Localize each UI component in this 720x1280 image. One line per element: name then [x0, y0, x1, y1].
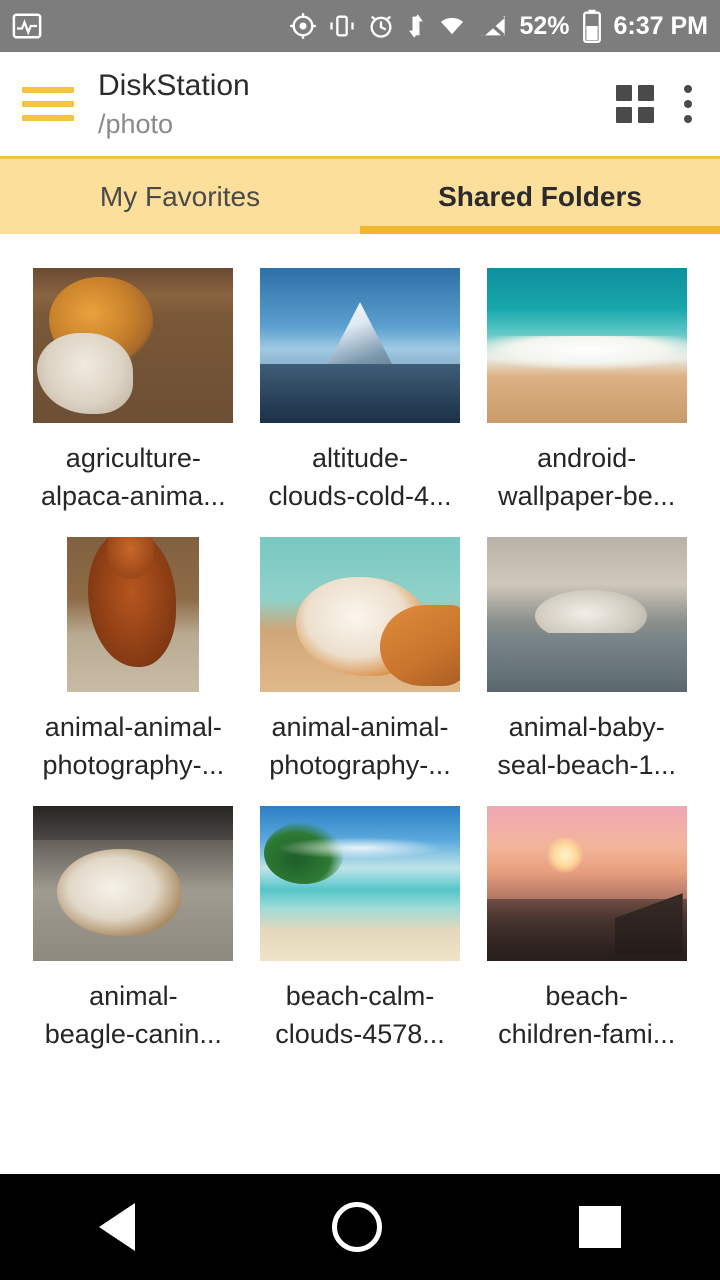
tab-bar: My Favorites Shared Folders	[0, 156, 720, 234]
alarm-icon	[367, 12, 395, 40]
gallery-item-caption: agriculture- alpaca-anima...	[41, 443, 226, 511]
row-spacer	[26, 515, 694, 537]
tab-my-favorites[interactable]: My Favorites	[0, 159, 360, 234]
location-crosshair-icon	[289, 12, 317, 40]
status-bar: 52% 6:37 PM	[0, 0, 720, 52]
thumbnail-image	[260, 806, 460, 961]
gallery-item-caption: animal-baby- seal-beach-1...	[497, 712, 676, 780]
gallery-item[interactable]: android- wallpaper-be...	[479, 268, 694, 515]
gallery-item[interactable]: altitude- clouds-cold-4...	[253, 268, 468, 515]
thumbnail-wrap	[486, 806, 687, 961]
gallery-item[interactable]: animal-animal- photography-...	[253, 537, 468, 784]
gallery-item[interactable]: agriculture- alpaca-anima...	[26, 268, 241, 515]
tab-shared-folders-label: Shared Folders	[438, 180, 642, 212]
gallery-item[interactable]: animal- beagle-canin...	[26, 806, 241, 1053]
wifi-icon	[437, 12, 467, 40]
gallery-row: animal- beagle-canin... beach-calm- clou…	[26, 806, 694, 1053]
status-bar-clock: 6:37 PM	[613, 11, 708, 40]
battery-icon	[581, 9, 603, 43]
recents-square-icon[interactable]	[579, 1206, 622, 1248]
gallery-item-caption: animal-animal- photography-...	[269, 712, 451, 780]
gallery-item[interactable]: beach-calm- clouds-4578...	[253, 806, 468, 1053]
thumbnail-wrap	[33, 537, 233, 692]
thumbnail-image	[486, 537, 687, 692]
gallery-item-caption: android- wallpaper-be...	[498, 443, 676, 511]
gallery-item-caption: beach-calm- clouds-4578...	[275, 981, 445, 1049]
thumbnail-image	[67, 537, 200, 692]
gallery-grid[interactable]: agriculture- alpaca-anima... altitude- c…	[0, 234, 720, 1174]
pier-shape	[614, 893, 683, 955]
thumbnail-wrap	[33, 268, 234, 423]
gallery-row: agriculture- alpaca-anima... altitude- c…	[26, 268, 694, 515]
app-bar-titles: DiskStation /photo	[98, 67, 250, 141]
status-bar-left	[12, 11, 42, 41]
thumbnail-wrap	[260, 537, 460, 692]
gallery-row: animal-animal- photography-... animal-an…	[26, 537, 694, 784]
system-navigation-bar	[0, 1174, 720, 1280]
hamburger-icon[interactable]	[22, 87, 74, 121]
more-vertical-icon[interactable]	[684, 85, 692, 123]
grid-view-icon[interactable]	[616, 85, 654, 123]
thumbnail-wrap	[260, 806, 460, 961]
tab-my-favorites-label: My Favorites	[99, 180, 261, 212]
thumbnail-wrap	[486, 268, 687, 423]
gallery-item-caption: animal-animal- photography-...	[42, 712, 225, 780]
no-signal-icon	[478, 12, 508, 40]
status-bar-right: 52% 6:37 PM	[289, 9, 708, 43]
thumbnail-image	[260, 537, 460, 692]
tab-shared-folders[interactable]: Shared Folders	[360, 159, 720, 234]
gallery-item[interactable]: beach- children-fami...	[479, 806, 694, 1053]
gallery-item[interactable]: animal-animal- photography-...	[26, 537, 241, 784]
thumbnail-wrap	[260, 268, 460, 423]
thumbnail-image	[260, 268, 460, 423]
vibrate-icon	[328, 12, 356, 40]
data-transfer-icon	[406, 12, 426, 40]
breadcrumb-path: /photo	[98, 109, 174, 139]
app-bar: DiskStation /photo	[0, 52, 720, 156]
thumbnail-image	[486, 268, 687, 423]
thumbnail-image	[33, 806, 234, 961]
gallery-item-caption: animal- beagle-canin...	[44, 981, 222, 1049]
home-circle-icon[interactable]	[331, 1202, 382, 1252]
battery-percent-label: 52%	[519, 11, 570, 40]
gallery-item-caption: altitude- clouds-cold-4...	[268, 443, 452, 511]
page-title: DiskStation	[98, 69, 250, 102]
activity-icon	[12, 11, 42, 41]
app-bar-actions	[616, 85, 698, 123]
row-spacer	[26, 784, 694, 806]
thumbnail-wrap	[33, 806, 234, 961]
thumbnail-wrap	[486, 537, 687, 692]
thumbnail-image	[486, 806, 687, 961]
thumbnail-image	[33, 268, 234, 423]
gallery-item[interactable]: animal-baby- seal-beach-1...	[479, 537, 694, 784]
gallery-item-caption: beach- children-fami...	[498, 981, 676, 1049]
back-triangle-icon[interactable]	[98, 1203, 135, 1251]
